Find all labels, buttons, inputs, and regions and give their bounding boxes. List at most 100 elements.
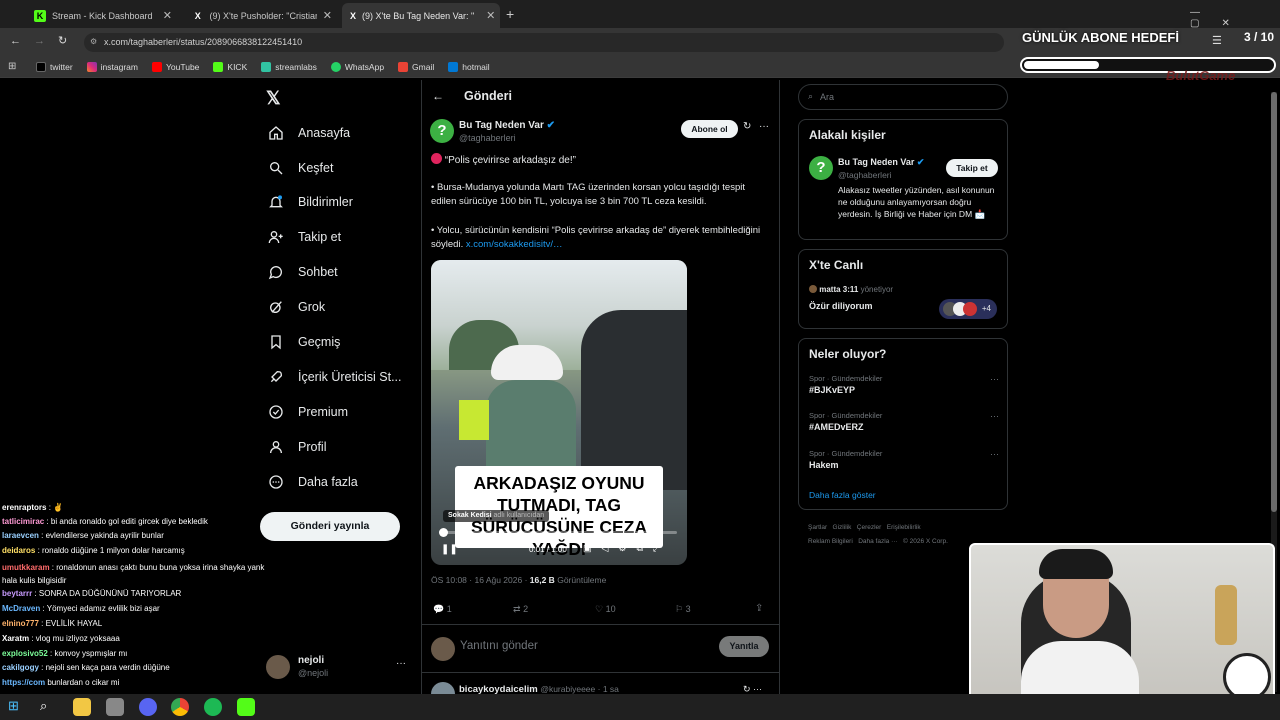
share-icon[interactable]: ⇪ (755, 603, 763, 614)
url-field[interactable]: x.com/taghaberleri/status/20890668381224… (84, 33, 1004, 52)
file-explorer-icon[interactable] (73, 698, 91, 716)
nav-home[interactable]: Anasayfa (268, 120, 350, 146)
tab-bu-tag-neden-var[interactable]: X (9) X'te Bu Tag Neden Var: " ✕ (342, 3, 500, 28)
tab-title: (9) X'te Bu Tag Neden Var: " (362, 10, 475, 21)
like-action[interactable]: ♡ 10 (595, 604, 616, 615)
chat-message: deidaros : ronaldo düğüne 1 milyon dolar… (2, 546, 185, 555)
add-user-icon (268, 231, 283, 244)
more-options-icon[interactable]: ··· (759, 121, 769, 132)
reply-action[interactable]: 💬 1 (433, 604, 452, 615)
chat-message: beytarrr : SONRA DA DÜĞÜNÜNÜ TARIYORLAR (2, 589, 181, 598)
nav-explore[interactable]: Keşfet (268, 155, 333, 181)
close-icon[interactable]: ✕ (486, 9, 495, 22)
chat-message: McDraven : Yömyeci adamız evlilik bizi a… (2, 604, 160, 613)
reload-icon[interactable]: ↻ (58, 34, 67, 47)
app-icon[interactable] (106, 698, 124, 716)
apps-grid-icon[interactable]: ⊞ (8, 61, 16, 72)
repost-action[interactable]: ⇄ 2 (513, 604, 528, 615)
spotify-icon[interactable] (204, 698, 222, 716)
nav-follow[interactable]: Takip et (268, 224, 341, 250)
more-options-icon[interactable]: ··· (396, 658, 406, 669)
new-tab-icon[interactable]: + (506, 6, 514, 22)
back-arrow-icon[interactable]: ← (432, 89, 444, 103)
avatar[interactable]: ? (809, 156, 833, 180)
more-options-icon[interactable]: ··· (990, 374, 999, 384)
author-handle[interactable]: @taghaberleri (459, 133, 516, 143)
subscriber-goal-fill (1024, 61, 1099, 69)
nav-creator-studio[interactable]: İçerik Üreticisi St... (268, 364, 402, 390)
trend-item[interactable]: Spor · Gündemdekiler #BJKvEYP ··· (809, 374, 999, 395)
chat-message: laraevcen : evlendilerse yakinda ayrilir… (2, 531, 164, 540)
nav-grok[interactable]: Grok (268, 294, 325, 320)
nav-more[interactable]: Daha fazla (268, 469, 358, 495)
bookmark-instagram[interactable]: instagram (86, 61, 138, 72)
chat-text: : ✌️ (46, 503, 64, 512)
more-options-icon[interactable]: ··· (990, 411, 999, 421)
footer-links[interactable]: Reklam Bilgileri Daha fazla ··· © 2026 X… (808, 538, 948, 545)
avatar[interactable]: ? (430, 119, 454, 143)
tab-kick-dashboard[interactable]: K Stream - Kick Dashboard ✕ (26, 3, 180, 28)
video-controls[interactable]: ▣◁⚙⧉⤢ (583, 543, 670, 554)
windows-start-icon[interactable]: ⊞ (8, 698, 26, 716)
show-more-link[interactable]: Daha fazla göster (809, 490, 876, 500)
bookmark-gmail[interactable]: Gmail (398, 61, 434, 72)
nav-premium[interactable]: Premium (268, 399, 348, 425)
search-input[interactable]: ⌕ Ara (798, 84, 1008, 110)
bookmark-youtube[interactable]: YouTube (152, 61, 199, 72)
close-icon[interactable]: ✕ (163, 9, 172, 22)
live-topic: Özür diliyorum (809, 301, 873, 311)
author-name[interactable]: Bu Tag Neden Var ✔ (459, 120, 555, 131)
video-scrubber[interactable] (439, 528, 448, 537)
video-progress-track[interactable] (439, 528, 677, 537)
reply-icon: 💬 (433, 604, 445, 614)
bookmark-streamlabs[interactable]: streamlabs (261, 61, 317, 72)
video-player[interactable]: ARKADAŞIZ OYUNU TUTMADI, TAG SÜRÜCÜSÜNE … (431, 260, 687, 565)
scrollbar-thumb[interactable] (1271, 92, 1277, 512)
x-logo-icon: X (350, 10, 357, 21)
bookmark-hotmail[interactable]: hotmail (448, 61, 490, 72)
site-info-icon[interactable]: ⚙ (90, 37, 97, 46)
trend-item[interactable]: Spor · Gündemdekiler Hakem ··· (809, 449, 999, 470)
bookmark-kick[interactable]: KICK (213, 61, 247, 72)
nav-history[interactable]: Geçmiş (268, 329, 340, 355)
chat-message: elnino777 : EVLİLİK HAYAL (2, 619, 102, 628)
avatar[interactable] (266, 655, 290, 679)
bookmark-whatsapp[interactable]: WhatsApp (330, 61, 384, 72)
post-button[interactable]: Gönderi yayınla (260, 512, 400, 541)
subscribe-button[interactable]: Abone ol (681, 120, 738, 138)
menu-icon[interactable]: ☰ (1212, 34, 1222, 47)
kick-icon[interactable] (237, 698, 255, 716)
bookmark-action[interactable]: ⚐ 3 (675, 604, 691, 615)
close-icon[interactable]: ✕ (323, 9, 332, 22)
avatar (809, 285, 817, 293)
forward-icon[interactable]: → (34, 35, 45, 47)
window-controls[interactable]: —▢✕ (1190, 7, 1280, 29)
pause-icon[interactable]: ❚❚ (441, 544, 458, 555)
reply-button[interactable]: Yanıtla (719, 636, 769, 657)
kick-icon (213, 61, 224, 72)
reply-input[interactable]: Yanıtını gönder (460, 640, 538, 652)
chrome-icon[interactable] (171, 698, 189, 716)
grok-icon (270, 301, 282, 313)
video-credit[interactable]: Sokak Kedisi adlı kullanıcıdan (443, 510, 550, 522)
tab-pusholder[interactable]: X (9) X'te Pusholder: "Cristiano R ✕ (184, 3, 340, 28)
search-icon[interactable]: ⌕ (40, 698, 58, 716)
more-options-icon[interactable]: ··· (990, 449, 999, 459)
streamer-hair (1039, 549, 1113, 579)
x-logo-icon[interactable]: 𝕏 (266, 88, 281, 109)
video-caption: ARKADAŞIZ OYUNU TUTMADI, TAG SÜRÜCÜSÜNE … (455, 466, 663, 559)
nav-profile[interactable]: Profil (268, 434, 326, 460)
nav-chat[interactable]: Sohbet (268, 259, 338, 285)
back-icon[interactable]: ← (10, 35, 21, 47)
discord-icon[interactable] (139, 698, 157, 716)
bookmark-twitter[interactable]: twitter (36, 61, 73, 72)
chat-username: cakilgogy (2, 663, 39, 672)
nav-notifications[interactable]: Bildirimler (268, 189, 353, 215)
post-link[interactable]: x.com/sokakkedisitv/… (466, 239, 563, 250)
grok-icon[interactable]: ↻ (743, 121, 751, 132)
follow-button[interactable]: Takip et (946, 159, 998, 177)
trend-item[interactable]: Spor · Gündemdekiler #AMEDvERZ ··· (809, 411, 999, 432)
footer-links[interactable]: Şartlar Gizlilik Çerezler Erişilebilirli… (808, 524, 921, 531)
related-name[interactable]: Bu Tag Neden Var ✔ (838, 157, 924, 168)
chat-text: : ronaldo düğüne 1 milyon dolar harcamış (35, 546, 185, 555)
